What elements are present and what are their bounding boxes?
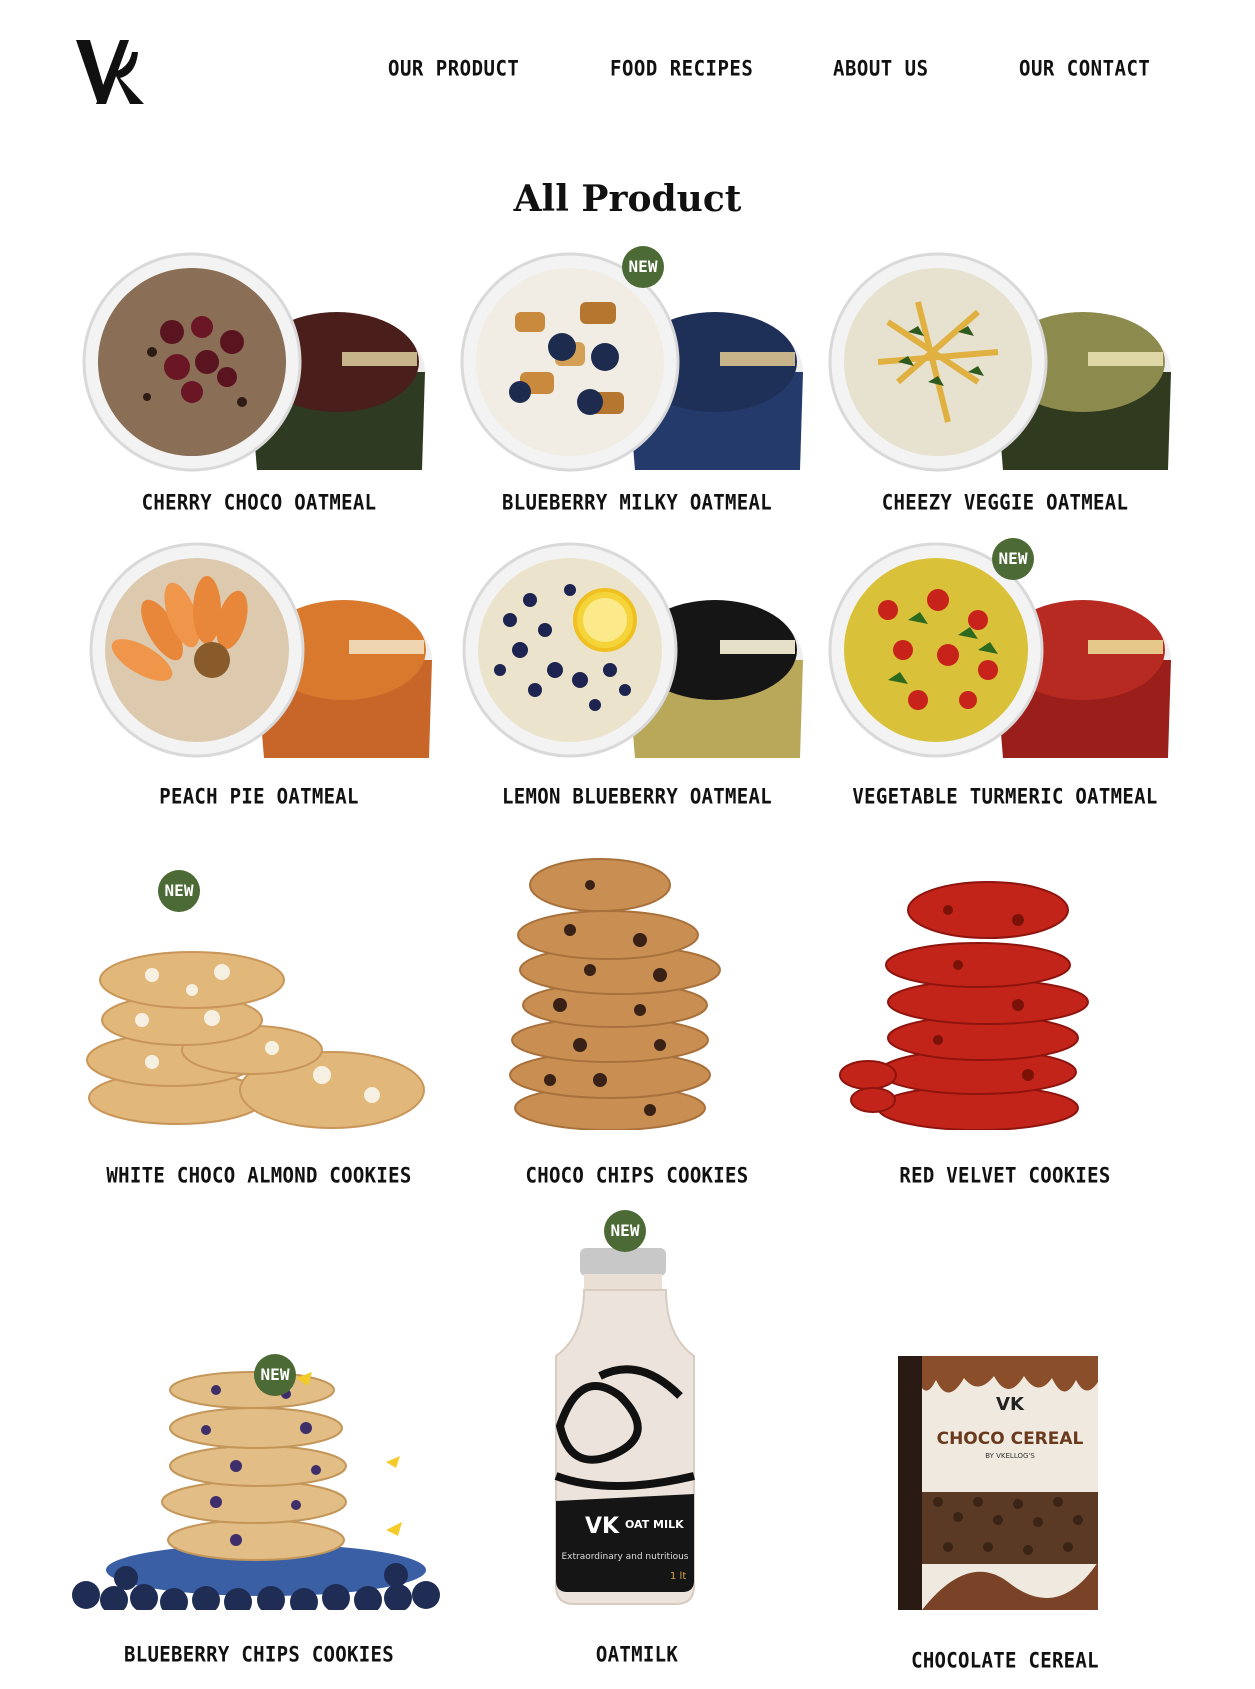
cereal-package-subtitle: BY VKELLOG'S xyxy=(985,1452,1035,1460)
new-badge: NEW xyxy=(158,870,200,912)
product-name: BLUEBERRY MILKY OATMEAL xyxy=(502,490,772,516)
nav-our-contact[interactable]: OUR CONTACT xyxy=(1019,57,1150,82)
nav-our-product[interactable]: OUR PRODUCT xyxy=(388,57,519,82)
oatmilk-logo-mark: VK xyxy=(585,1514,620,1539)
nav-about-us[interactable]: ABOUT US xyxy=(833,57,929,82)
product-name: OATMILK xyxy=(595,1642,679,1668)
product-card-white-choco-almond-cookies[interactable]: NEW WHITE CHOCO ALMOND COOKIES xyxy=(82,870,436,1190)
product-name: VEGETABLE TURMERIC OATMEAL xyxy=(852,784,1158,810)
product-card-cherry-choco-oatmeal[interactable]: CHERRY CHOCO OATMEAL xyxy=(82,252,436,517)
new-badge: NEW xyxy=(604,1210,646,1252)
product-image xyxy=(828,252,1171,472)
new-badge: NEW xyxy=(992,538,1034,580)
product-name: RED VELVET COOKIES xyxy=(899,1163,1111,1189)
product-name: LEMON BLUEBERRY OATMEAL xyxy=(502,784,772,810)
product-image xyxy=(86,951,425,1129)
product-card-cheezy-veggie-oatmeal[interactable]: CHEEZY VEGGIE OATMEAL xyxy=(828,252,1182,517)
product-name: CHEEZY VEGGIE OATMEAL xyxy=(881,490,1129,516)
product-name: PEACH PIE OATMEAL xyxy=(159,784,359,810)
cereal-logo-mark: VK xyxy=(996,1394,1025,1415)
product-image xyxy=(839,881,1089,1130)
product-name: WHITE CHOCO ALMOND COOKIES xyxy=(106,1163,412,1189)
product-card-red-velvet-cookies[interactable]: RED VELVET COOKIES xyxy=(828,860,1182,1190)
product-image xyxy=(89,542,432,758)
oatmilk-package-volume: 1 lt xyxy=(670,1571,686,1582)
product-card-blueberry-milky-oatmeal[interactable]: NEW BLUEBERRY MILKY OATMEAL xyxy=(460,246,814,517)
page-title: All Product xyxy=(513,178,742,220)
product-name: CHERRY CHOCO OATMEAL xyxy=(141,490,377,516)
product-image xyxy=(462,542,803,758)
product-card-oatmilk[interactable]: VK OAT MILK Extraordinary and nutritious… xyxy=(460,1210,814,1670)
product-card-vegetable-turmeric-oatmeal[interactable]: NEW VEGETABLE TURMERIC OATMEAL xyxy=(828,538,1182,815)
product-card-choco-chips-cookies[interactable]: CHOCO CHIPS COOKIES xyxy=(460,840,814,1190)
oatmilk-package-brand: OAT MILK xyxy=(625,1518,684,1531)
product-card-blueberry-chips-cookies[interactable]: NEW BLUEBERRY CHIPS COOKIES xyxy=(66,1354,452,1670)
product-image: VK CHOCO CEREAL BY VKELLOG'S xyxy=(898,1356,1098,1610)
brand-logo[interactable] xyxy=(74,38,146,106)
product-name: CHOCO CHIPS COOKIES xyxy=(525,1163,749,1189)
product-image: VK OAT MILK Extraordinary and nutritious… xyxy=(554,1248,695,1605)
product-card-lemon-blueberry-oatmeal[interactable]: LEMON BLUEBERRY OATMEAL xyxy=(460,540,814,815)
product-card-chocolate-cereal[interactable]: VK CHOCO CEREAL BY VKELLOG'S CHOCOLATE C… xyxy=(828,1352,1182,1674)
new-badge: NEW xyxy=(622,246,664,288)
nav-food-recipes[interactable]: FOOD RECIPES xyxy=(610,57,753,82)
product-image xyxy=(509,858,721,1130)
new-badge: NEW xyxy=(254,1354,296,1396)
cereal-package-title: CHOCO CEREAL xyxy=(937,1429,1084,1449)
product-card-peach-pie-oatmeal[interactable]: PEACH PIE OATMEAL xyxy=(82,540,436,815)
product-image xyxy=(82,252,425,472)
product-name: CHOCOLATE CEREAL xyxy=(911,1648,1099,1674)
oatmilk-package-tagline: Extraordinary and nutritious xyxy=(562,1552,689,1562)
product-image xyxy=(72,1371,440,1610)
product-name: BLUEBERRY CHIPS COOKIES xyxy=(124,1642,394,1668)
